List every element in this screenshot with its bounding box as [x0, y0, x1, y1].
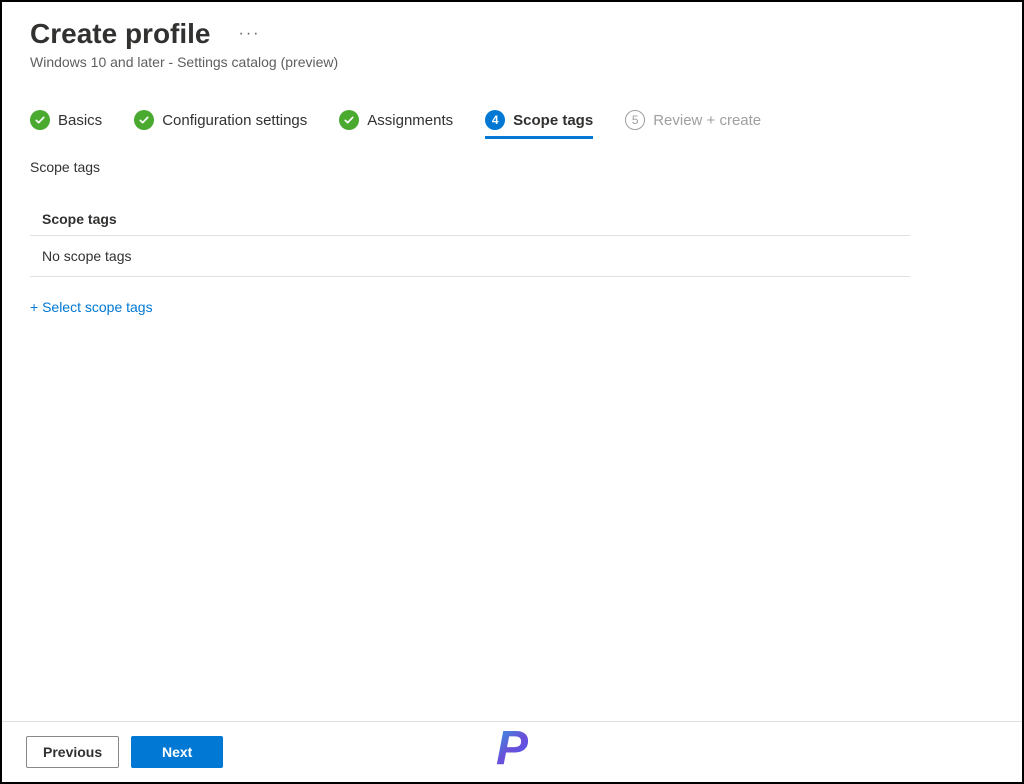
step-label: Scope tags — [513, 112, 593, 129]
wizard-steps: Basics Configuration settings Assignment… — [2, 76, 1022, 139]
step-label: Assignments — [367, 112, 453, 129]
step-number-icon: 5 — [625, 110, 645, 130]
step-number-icon: 4 — [485, 110, 505, 130]
step-label: Configuration settings — [162, 112, 307, 129]
checkmark-icon — [134, 110, 154, 130]
previous-button[interactable]: Previous — [26, 736, 119, 768]
select-scope-tags-link[interactable]: + Select scope tags — [30, 299, 153, 315]
step-label: Review + create — [653, 112, 761, 129]
table-empty-row: No scope tags — [30, 236, 910, 276]
step-review-create[interactable]: 5 Review + create — [625, 110, 761, 139]
divider — [30, 276, 910, 277]
footer: Previous Next P — [2, 721, 1022, 782]
table-header: Scope tags — [30, 203, 910, 235]
step-configuration-settings[interactable]: Configuration settings — [134, 110, 307, 139]
next-button[interactable]: Next — [131, 736, 223, 768]
section-label: Scope tags — [30, 159, 994, 175]
checkmark-icon — [339, 110, 359, 130]
step-assignments[interactable]: Assignments — [339, 110, 453, 139]
page-subtitle: Windows 10 and later - Settings catalog … — [30, 54, 994, 70]
more-actions-icon[interactable]: ··· — [235, 21, 265, 47]
step-basics[interactable]: Basics — [30, 110, 102, 139]
scope-tags-table: Scope tags No scope tags — [30, 203, 910, 277]
step-label: Basics — [58, 112, 102, 129]
content-area: Scope tags Scope tags No scope tags + Se… — [2, 139, 1022, 721]
header: Create profile ··· Windows 10 and later … — [2, 2, 1022, 76]
page-title: Create profile — [30, 18, 211, 50]
brand-logo: P — [496, 721, 528, 776]
step-scope-tags[interactable]: 4 Scope tags — [485, 110, 593, 139]
checkmark-icon — [30, 110, 50, 130]
